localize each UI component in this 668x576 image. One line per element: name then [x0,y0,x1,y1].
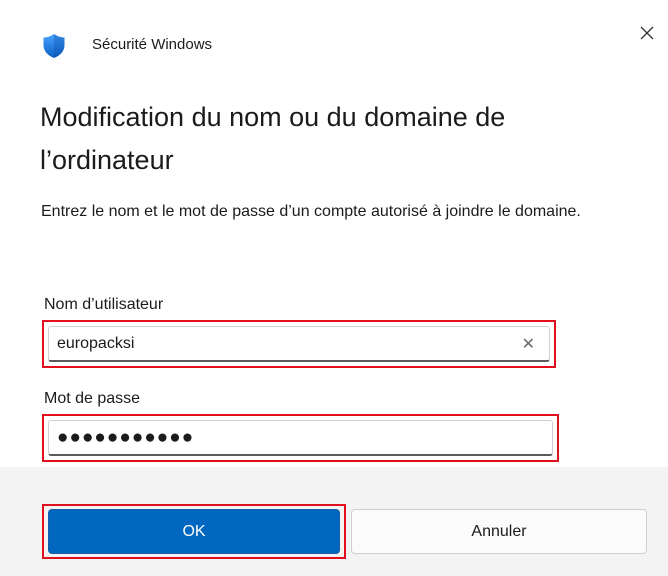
title-bar: Sécurité Windows [0,0,668,90]
dialog-description: Entrez le nom et le mot de passe d’un co… [41,203,581,220]
dialog-heading: Modification du nom ou du domaine de l’o… [40,102,506,175]
close-icon [640,26,654,40]
password-label: Mot de passe [44,390,141,407]
password-masked-value: ●●●●●●●●●●● [57,426,195,448]
windows-security-dialog: Sécurité Windows Modification du nom ou … [0,0,668,576]
close-button[interactable] [630,16,664,50]
password-highlight-box: ●●●●●●●●●●● [42,414,559,462]
username-highlight-box: europacksi ✕ [42,320,556,368]
shield-icon [42,33,66,59]
clear-input-icon[interactable]: ✕ [522,327,535,360]
cancel-button[interactable]: Annuler [351,509,647,554]
app-title: Sécurité Windows [92,36,213,53]
username-label: Nom d’utilisateur [44,296,164,313]
ok-button[interactable]: OK [48,509,340,554]
username-input[interactable]: europacksi ✕ [48,326,550,362]
password-input[interactable]: ●●●●●●●●●●● [48,420,553,456]
username-value: europacksi [57,334,135,352]
